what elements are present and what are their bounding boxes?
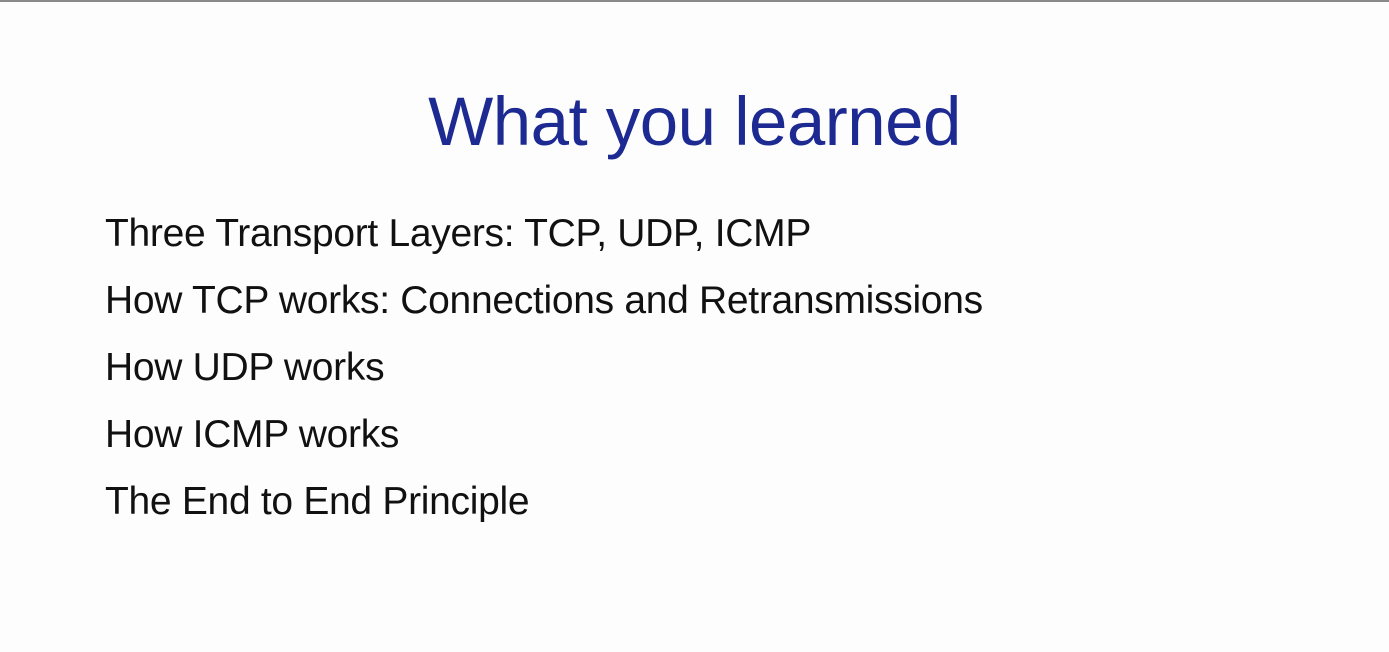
summary-list: Three Transport Layers: TCP, UDP, ICMP H… xyxy=(105,208,983,543)
list-item: How ICMP works xyxy=(105,413,400,456)
list-item: How TCP works: Connections and Retransmi… xyxy=(105,279,983,322)
list-item: How UDP works xyxy=(105,346,385,389)
list-item: Three Transport Layers: TCP, UDP, ICMP xyxy=(105,212,812,255)
slide-title: What you learned xyxy=(428,83,961,160)
top-border xyxy=(0,0,1389,2)
list-item: The End to End Principle xyxy=(105,480,530,523)
